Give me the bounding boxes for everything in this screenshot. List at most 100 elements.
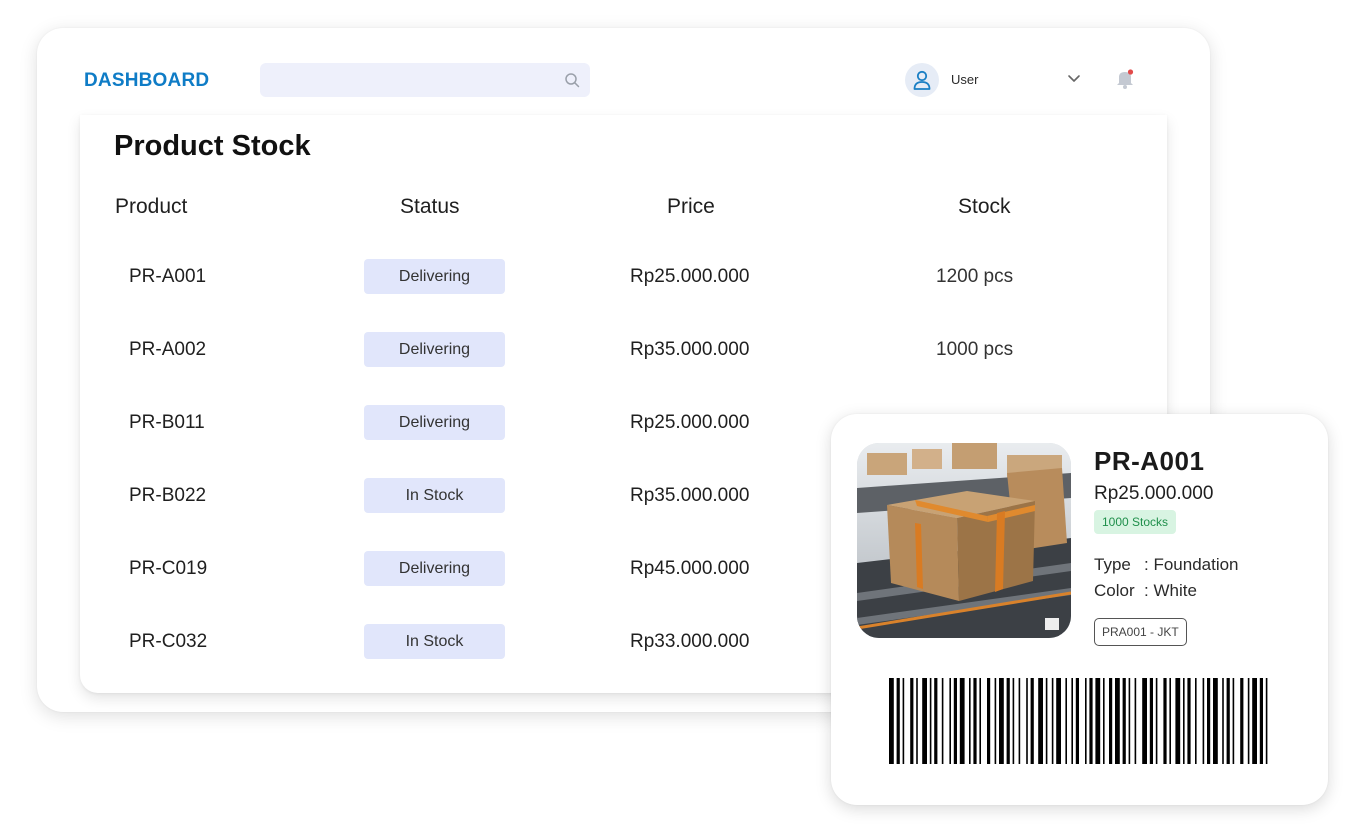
- barcode-bar: [1095, 678, 1101, 764]
- dashboard-logo[interactable]: DASHBOARD: [84, 70, 209, 92]
- status-badge: Delivering: [364, 332, 505, 367]
- barcode-bar: [1149, 678, 1153, 764]
- detail-sku-tag: PRA001 - JKT: [1094, 618, 1187, 646]
- barcode-bar: [1232, 678, 1235, 764]
- detail-stock-badge: 1000 Stocks: [1094, 510, 1177, 534]
- table-row[interactable]: PR-A002 Delivering Rp35.000.000 1000 pcs: [80, 330, 1167, 370]
- barcode-bar: [1183, 678, 1185, 764]
- barcode-bar: [959, 678, 965, 764]
- barcode-bar: [987, 678, 991, 764]
- detail-color-value: : White: [1144, 581, 1197, 600]
- product-price: Rp25.000.000: [630, 412, 750, 433]
- product-detail-card[interactable]: PR-A001 Rp25.000.000 1000 Stocks Type : F…: [831, 414, 1328, 805]
- barcode-bar: [1175, 678, 1181, 764]
- barcode-bar: [910, 678, 914, 764]
- detail-type-label: Type: [1094, 555, 1131, 574]
- product-code: PR-C032: [129, 631, 208, 652]
- user-name[interactable]: User: [951, 72, 978, 87]
- barcode-bar: [1213, 678, 1218, 764]
- column-header-status: Status: [400, 195, 460, 218]
- barcode-bar: [969, 678, 971, 764]
- barcode-bar: [1089, 678, 1093, 764]
- barcode-bar: [1247, 678, 1250, 764]
- detail-price: Rp25.000.000: [1094, 483, 1214, 504]
- product-code: PR-B011: [129, 412, 205, 433]
- barcode-bar: [1202, 678, 1205, 764]
- product-price: Rp45.000.000: [630, 558, 750, 579]
- barcode-bar: [916, 678, 918, 764]
- barcode-bar: [1252, 678, 1257, 764]
- table-row[interactable]: PR-A001 Delivering Rp25.000.000 1200 pcs: [80, 257, 1167, 297]
- barcode-bar: [1018, 678, 1021, 764]
- barcode-bar: [1103, 678, 1105, 764]
- page-title: Product Stock: [114, 130, 311, 162]
- barcode-bar: [979, 678, 981, 764]
- barcode-bar: [1038, 678, 1043, 764]
- search-icon[interactable]: [564, 72, 580, 88]
- product-code: PR-A002: [129, 339, 207, 360]
- barcode-bar: [1122, 678, 1126, 764]
- column-header-price: Price: [667, 195, 715, 218]
- product-stock: 1200 pcs: [936, 266, 1014, 287]
- barcode-bar: [1240, 678, 1244, 764]
- barcode-bar: [1169, 678, 1171, 764]
- detail-color: Color : White: [1094, 581, 1197, 601]
- detail-product-code: PR-A001: [1094, 446, 1205, 476]
- barcode-bar: [1030, 678, 1034, 764]
- product-stock: 1000 pcs: [936, 339, 1014, 360]
- barcode-bar: [1226, 678, 1230, 764]
- status-badge: Delivering: [364, 405, 505, 440]
- user-icon: [913, 70, 931, 90]
- barcode-bar: [953, 678, 957, 764]
- detail-color-label: Color: [1094, 581, 1135, 600]
- product-code: PR-B022: [129, 485, 207, 506]
- barcode-bar: [1134, 678, 1137, 764]
- barcode-bar: [1006, 678, 1010, 764]
- barcode-bar: [896, 678, 900, 764]
- barcode-bar: [1109, 678, 1113, 764]
- barcode-bar: [994, 678, 997, 764]
- barcode-bar: [1207, 678, 1211, 764]
- search-input[interactable]: [260, 63, 590, 97]
- barcode-bar: [973, 678, 977, 764]
- product-code: PR-C019: [129, 558, 208, 579]
- barcode-bar: [902, 678, 905, 764]
- barcode-bar: [922, 678, 927, 764]
- barcode-bar: [1065, 678, 1067, 764]
- column-header-stock: Stock: [958, 195, 1011, 218]
- status-badge: In Stock: [364, 624, 505, 659]
- barcode-bar: [1071, 678, 1073, 764]
- status-badge: In Stock: [364, 478, 505, 513]
- barcode-bar: [889, 678, 894, 764]
- barcode-bar: [929, 678, 932, 764]
- barcode-bar: [1085, 678, 1087, 764]
- bell-icon[interactable]: [1115, 68, 1135, 90]
- status-badge: Delivering: [364, 259, 505, 294]
- barcode-bar: [1163, 678, 1167, 764]
- barcode-bar: [934, 678, 938, 764]
- chevron-down-icon[interactable]: [1067, 74, 1081, 84]
- barcode-bar: [1026, 678, 1028, 764]
- barcode: [889, 678, 1268, 764]
- barcode-bar: [1045, 678, 1048, 764]
- barcode-bar: [1142, 678, 1147, 764]
- barcode-bar: [941, 678, 944, 764]
- barcode-bar: [1195, 678, 1197, 764]
- product-photo: [857, 443, 1071, 638]
- barcode-bar: [999, 678, 1004, 764]
- column-header-product: Product: [115, 195, 188, 218]
- package-image: [857, 443, 1071, 638]
- barcode-bar: [1259, 678, 1263, 764]
- barcode-bar: [1051, 678, 1054, 764]
- barcode-bar: [1056, 678, 1061, 764]
- notification-dot: [1127, 69, 1134, 75]
- barcode-bar: [1075, 678, 1079, 764]
- product-price: Rp33.000.000: [630, 631, 750, 652]
- status-badge: Delivering: [364, 551, 505, 586]
- detail-type: Type : Foundation: [1094, 555, 1239, 575]
- barcode-bar: [1187, 678, 1191, 764]
- barcode-bar: [1012, 678, 1015, 764]
- barcode-bar: [1155, 678, 1158, 764]
- avatar[interactable]: [905, 63, 939, 97]
- detail-type-value: : Foundation: [1144, 555, 1239, 574]
